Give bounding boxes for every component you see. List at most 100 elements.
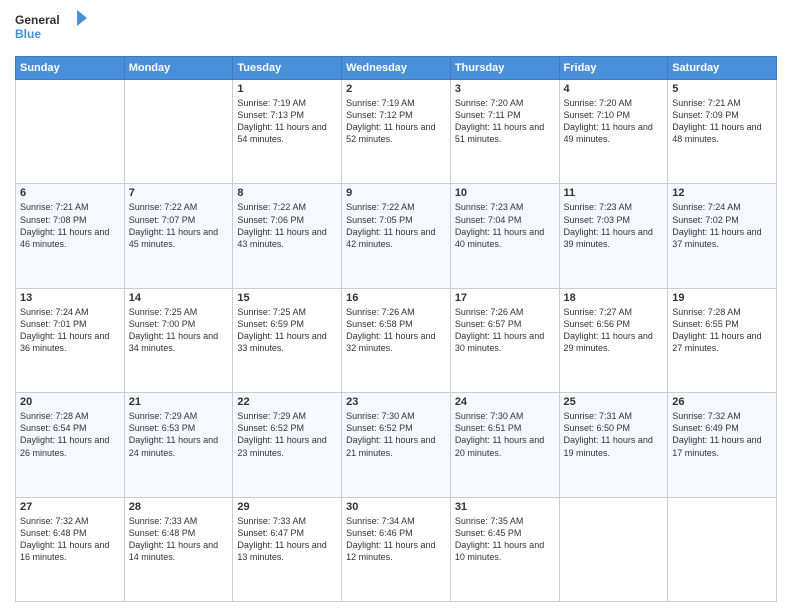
calendar-cell: 2Sunrise: 7:19 AM Sunset: 7:12 PM Daylig… — [342, 80, 451, 184]
day-number: 20 — [20, 396, 120, 408]
calendar-cell: 23Sunrise: 7:30 AM Sunset: 6:52 PM Dayli… — [342, 393, 451, 497]
calendar-cell: 19 Sunrise: 7:28 AM Sunset: 6:55 PM Dayli… — [668, 288, 777, 392]
column-header-saturday: Saturday — [668, 57, 777, 80]
day-number: 27 — [20, 501, 120, 513]
calendar-cell: 30 Sunrise: 7:34 AM Sunset: 6:46 PM Dayli… — [342, 497, 451, 601]
calendar-cell: 5Sunrise: 7:21 AM Sunset: 7:09 PM Daylig… — [668, 80, 777, 184]
calendar-header-row: SundayMondayTuesdayWednesdayThursdayFrid… — [16, 57, 777, 80]
day-detail: Sunrise: 7:29 AM Sunset: 6:53 PM Dayligh… — [129, 410, 229, 459]
day-detail: Sunrise: 7:32 AM Sunset: 6:48 PM Dayligh… — [20, 515, 120, 564]
day-detail: Sunrise: 7:27 AM Sunset: 6:56 PM Dayligh… — [564, 306, 664, 355]
day-detail: Sunrise: 7:30 AM Sunset: 6:51 PM Dayligh… — [455, 410, 555, 459]
calendar-cell — [559, 497, 668, 601]
day-detail: Sunrise: 7:19 AM Sunset: 7:12 PM Dayligh… — [346, 97, 446, 146]
day-detail: Sunrise: 7:33 AM Sunset: 6:48 PM Dayligh… — [129, 515, 229, 564]
day-number: 4 — [564, 83, 664, 95]
calendar-cell: 18 Sunrise: 7:27 AM Sunset: 6:56 PM Dayli… — [559, 288, 668, 392]
day-detail: Sunrise: 7:34 AM Sunset: 6:46 PM Dayligh… — [346, 515, 446, 564]
calendar-cell: 25 Sunrise: 7:31 AM Sunset: 6:50 PM Dayli… — [559, 393, 668, 497]
logo: General Blue — [15, 10, 95, 50]
day-number: 30 — [346, 501, 446, 513]
calendar-cell: 6Sunrise: 7:21 AM Sunset: 7:08 PM Daylig… — [16, 184, 125, 288]
column-header-tuesday: Tuesday — [233, 57, 342, 80]
calendar-week-row: 6Sunrise: 7:21 AM Sunset: 7:08 PM Daylig… — [16, 184, 777, 288]
calendar-week-row: 1 Sunrise: 7:19 AM Sunset: 7:13 PM Daylig… — [16, 80, 777, 184]
day-number: 25 — [564, 396, 664, 408]
day-number: 18 — [564, 292, 664, 304]
day-number: 9 — [346, 187, 446, 199]
day-number: 1 — [237, 83, 337, 95]
calendar-cell: 14 Sunrise: 7:25 AM Sunset: 7:00 PM Dayli… — [124, 288, 233, 392]
day-detail: Sunrise: 7:23 AM Sunset: 7:03 PM Dayligh… — [564, 201, 664, 250]
day-number: 22 — [237, 396, 337, 408]
calendar-cell: 22 Sunrise: 7:29 AM Sunset: 6:52 PM Dayli… — [233, 393, 342, 497]
day-number: 26 — [672, 396, 772, 408]
day-number: 15 — [237, 292, 337, 304]
calendar-cell: 17Sunrise: 7:26 AM Sunset: 6:57 PM Dayli… — [450, 288, 559, 392]
day-number: 3 — [455, 83, 555, 95]
calendar-cell: 8Sunrise: 7:22 AM Sunset: 7:06 PM Daylig… — [233, 184, 342, 288]
page-header: General Blue — [15, 10, 777, 50]
calendar-cell: 11 Sunrise: 7:23 AM Sunset: 7:03 PM Dayli… — [559, 184, 668, 288]
calendar-cell: 13Sunrise: 7:24 AM Sunset: 7:01 PM Dayli… — [16, 288, 125, 392]
day-detail: Sunrise: 7:21 AM Sunset: 7:08 PM Dayligh… — [20, 201, 120, 250]
calendar-cell: 31Sunrise: 7:35 AM Sunset: 6:45 PM Dayli… — [450, 497, 559, 601]
calendar-cell: 9 Sunrise: 7:22 AM Sunset: 7:05 PM Daylig… — [342, 184, 451, 288]
calendar-cell — [124, 80, 233, 184]
day-number: 7 — [129, 187, 229, 199]
calendar-cell: 12Sunrise: 7:24 AM Sunset: 7:02 PM Dayli… — [668, 184, 777, 288]
day-detail: Sunrise: 7:20 AM Sunset: 7:11 PM Dayligh… — [455, 97, 555, 146]
calendar-table: SundayMondayTuesdayWednesdayThursdayFrid… — [15, 56, 777, 602]
calendar-cell: 21 Sunrise: 7:29 AM Sunset: 6:53 PM Dayli… — [124, 393, 233, 497]
day-detail: Sunrise: 7:32 AM Sunset: 6:49 PM Dayligh… — [672, 410, 772, 459]
column-header-monday: Monday — [124, 57, 233, 80]
day-detail: Sunrise: 7:22 AM Sunset: 7:07 PM Dayligh… — [129, 201, 229, 250]
calendar-cell: 10Sunrise: 7:23 AM Sunset: 7:04 PM Dayli… — [450, 184, 559, 288]
day-number: 21 — [129, 396, 229, 408]
day-detail: Sunrise: 7:26 AM Sunset: 6:58 PM Dayligh… — [346, 306, 446, 355]
column-header-sunday: Sunday — [16, 57, 125, 80]
calendar-cell: 3 Sunrise: 7:20 AM Sunset: 7:11 PM Daylig… — [450, 80, 559, 184]
day-number: 12 — [672, 187, 772, 199]
calendar-week-row: 13Sunrise: 7:24 AM Sunset: 7:01 PM Dayli… — [16, 288, 777, 392]
day-number: 24 — [455, 396, 555, 408]
day-detail: Sunrise: 7:29 AM Sunset: 6:52 PM Dayligh… — [237, 410, 337, 459]
svg-text:Blue: Blue — [15, 27, 41, 41]
day-number: 28 — [129, 501, 229, 513]
svg-text:General: General — [15, 13, 60, 27]
day-number: 8 — [237, 187, 337, 199]
day-number: 11 — [564, 187, 664, 199]
day-detail: Sunrise: 7:26 AM Sunset: 6:57 PM Dayligh… — [455, 306, 555, 355]
day-detail: Sunrise: 7:31 AM Sunset: 6:50 PM Dayligh… — [564, 410, 664, 459]
day-detail: Sunrise: 7:28 AM Sunset: 6:55 PM Dayligh… — [672, 306, 772, 355]
day-detail: Sunrise: 7:19 AM Sunset: 7:13 PM Dayligh… — [237, 97, 337, 146]
column-header-friday: Friday — [559, 57, 668, 80]
day-detail: Sunrise: 7:20 AM Sunset: 7:10 PM Dayligh… — [564, 97, 664, 146]
day-number: 5 — [672, 83, 772, 95]
day-number: 14 — [129, 292, 229, 304]
calendar-cell: 26 Sunrise: 7:32 AM Sunset: 6:49 PM Dayli… — [668, 393, 777, 497]
calendar-cell: 7 Sunrise: 7:22 AM Sunset: 7:07 PM Daylig… — [124, 184, 233, 288]
day-number: 19 — [672, 292, 772, 304]
day-detail: Sunrise: 7:28 AM Sunset: 6:54 PM Dayligh… — [20, 410, 120, 459]
calendar-cell — [16, 80, 125, 184]
calendar-cell: 27 Sunrise: 7:32 AM Sunset: 6:48 PM Dayli… — [16, 497, 125, 601]
calendar-week-row: 20 Sunrise: 7:28 AM Sunset: 6:54 PM Dayli… — [16, 393, 777, 497]
day-detail: Sunrise: 7:30 AM Sunset: 6:52 PM Dayligh… — [346, 410, 446, 459]
day-number: 10 — [455, 187, 555, 199]
day-detail: Sunrise: 7:25 AM Sunset: 7:00 PM Dayligh… — [129, 306, 229, 355]
calendar-week-row: 27 Sunrise: 7:32 AM Sunset: 6:48 PM Dayli… — [16, 497, 777, 601]
day-number: 16 — [346, 292, 446, 304]
calendar-cell: 16 Sunrise: 7:26 AM Sunset: 6:58 PM Dayli… — [342, 288, 451, 392]
calendar-cell — [668, 497, 777, 601]
column-header-wednesday: Wednesday — [342, 57, 451, 80]
calendar-cell: 24 Sunrise: 7:30 AM Sunset: 6:51 PM Dayli… — [450, 393, 559, 497]
calendar-cell: 15Sunrise: 7:25 AM Sunset: 6:59 PM Dayli… — [233, 288, 342, 392]
day-detail: Sunrise: 7:22 AM Sunset: 7:05 PM Dayligh… — [346, 201, 446, 250]
calendar-cell: 1 Sunrise: 7:19 AM Sunset: 7:13 PM Daylig… — [233, 80, 342, 184]
day-number: 13 — [20, 292, 120, 304]
day-number: 29 — [237, 501, 337, 513]
calendar-cell: 29Sunrise: 7:33 AM Sunset: 6:47 PM Dayli… — [233, 497, 342, 601]
calendar-cell: 4 Sunrise: 7:20 AM Sunset: 7:10 PM Daylig… — [559, 80, 668, 184]
day-number: 31 — [455, 501, 555, 513]
